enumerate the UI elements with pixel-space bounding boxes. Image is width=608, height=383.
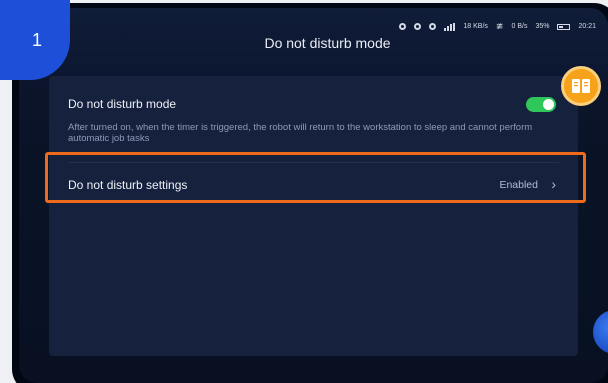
dnd-mode-toggle[interactable] — [526, 97, 556, 112]
network-speed-2: 0 B/s — [511, 23, 528, 30]
wifi-icon: ≇ — [495, 21, 504, 31]
status-dot-icon — [399, 23, 407, 30]
manual-button[interactable] — [561, 66, 601, 106]
status-notification-icon — [414, 23, 422, 30]
status-bar: 18 KB/s ≇ 0 B/s 35% 20:21 — [399, 21, 596, 32]
highlight-box — [45, 152, 586, 203]
signal-icon — [444, 22, 456, 31]
page-root: 1 Do not disturb mode 18 KB/s ≇ 0 B/s 35… — [0, 0, 608, 383]
toggle-knob — [543, 99, 554, 110]
status-location-icon — [429, 23, 437, 30]
battery-percent: 35% — [535, 23, 550, 30]
settings-card: Do not disturb mode After turned on, whe… — [49, 76, 578, 356]
dnd-mode-description: After turned on, when the timer is trigg… — [68, 122, 533, 144]
dnd-mode-label: Do not disturb mode — [68, 97, 177, 111]
page-title: Do not disturb mode — [264, 35, 391, 51]
step-number: 1 — [32, 30, 43, 50]
book-icon — [572, 79, 590, 93]
battery-icon — [557, 23, 571, 30]
clock: 20:21 — [578, 23, 596, 30]
network-speed-1: 18 KB/s — [463, 23, 488, 30]
